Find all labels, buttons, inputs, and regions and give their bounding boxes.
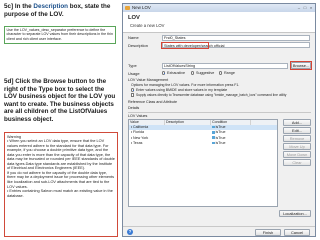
expand-icon[interactable] bbox=[131, 136, 132, 139]
condition-icon bbox=[212, 136, 215, 139]
usage-exhaustive-radio[interactable] bbox=[162, 71, 166, 75]
separator-note: Use the LOV_values_desc_separator prefer… bbox=[4, 26, 116, 44]
localization-button[interactable]: Localization... bbox=[279, 210, 311, 217]
condition-icon bbox=[212, 125, 215, 129]
remove-button[interactable]: Remove bbox=[283, 135, 311, 142]
app-icon bbox=[125, 5, 130, 10]
window-title: New LOV bbox=[132, 5, 151, 10]
lov-value-management-label: LOV Value Management bbox=[128, 78, 169, 82]
expand-icon[interactable] bbox=[131, 131, 132, 134]
condition-icon bbox=[212, 131, 215, 134]
name-label: Name bbox=[128, 35, 139, 40]
cancel-button[interactable]: Cancel bbox=[284, 229, 310, 236]
usage-range-radio[interactable] bbox=[219, 71, 223, 75]
usage-suggestive-label: Suggestive bbox=[196, 71, 215, 75]
name-field[interactable]: Fnd0_States bbox=[162, 34, 310, 41]
row-condition: isTrue bbox=[215, 140, 226, 145]
clear-button[interactable]: Clear bbox=[283, 159, 311, 166]
step-5c-heading: 5c] In the Description box, state the pu… bbox=[4, 3, 111, 18]
new-lov-dialog: New LOV – □ × LOV Create a new LOV Name … bbox=[122, 3, 316, 237]
lov-values-label: LOV Values bbox=[128, 114, 148, 118]
supply-values-checkbox[interactable] bbox=[131, 93, 135, 97]
separator bbox=[128, 112, 311, 113]
row-value: New York bbox=[133, 135, 149, 140]
row-condition: isTrue bbox=[215, 125, 226, 129]
warning-line-3: • Entries containing Saleon must match a… bbox=[7, 189, 113, 198]
table-row[interactable]: Texas isTrue bbox=[129, 141, 277, 146]
lov-value-management-text: Options for managing the LOV values. For… bbox=[131, 83, 240, 87]
usage-range-label: Range bbox=[224, 71, 235, 75]
row-condition: isTrue bbox=[215, 130, 226, 135]
warning-line-1: • When you select an LOV data type, ensu… bbox=[7, 139, 115, 171]
store-in-template-radio[interactable] bbox=[131, 88, 135, 92]
header-subtitle: Create a new LOV bbox=[130, 23, 165, 28]
supply-values-label: Supply values directly to Teamcenter dat… bbox=[136, 93, 287, 97]
browse-highlight bbox=[290, 60, 312, 70]
footer-separator bbox=[123, 226, 315, 227]
expand-icon[interactable] bbox=[131, 141, 132, 144]
step-5d-heading: 5d] Click the Browse button to the right… bbox=[4, 78, 116, 123]
type-label: Type bbox=[128, 63, 137, 68]
usage-label: Usage bbox=[128, 71, 140, 76]
reference-class-label: Reference Class and Attribute bbox=[128, 100, 177, 104]
condition-icon bbox=[212, 141, 215, 145]
warning-line-2: If you do not adhere to the capacity of … bbox=[7, 170, 115, 189]
expand-icon[interactable] bbox=[131, 126, 132, 128]
warning-box: Warning • When you select an LOV data ty… bbox=[4, 132, 118, 237]
move-up-button[interactable]: Move Up bbox=[283, 143, 311, 150]
wizard-header: LOV Create a new LOV bbox=[123, 12, 315, 33]
usage-suggestive-radio[interactable] bbox=[191, 71, 195, 75]
row-condition: isTrue bbox=[215, 135, 226, 140]
description-highlight bbox=[161, 41, 209, 49]
add-button[interactable]: Add... bbox=[283, 119, 311, 126]
edit-button[interactable]: Edit... bbox=[283, 127, 311, 134]
finish-button[interactable]: Finish bbox=[255, 229, 281, 236]
header-title: LOV bbox=[128, 15, 140, 21]
close-icon[interactable]: × bbox=[308, 5, 314, 10]
description-label: Description bbox=[128, 42, 149, 48]
row-value: Texas bbox=[133, 140, 143, 145]
separator-note-text: Use the LOV_values_desc_separator prefer… bbox=[6, 28, 113, 41]
usage-exhaustive-label: Exhaustive bbox=[167, 71, 186, 75]
type-field[interactable]: ListOfValuesString bbox=[162, 62, 288, 69]
description-emphasis: Description bbox=[33, 3, 69, 10]
help-icon[interactable]: ? bbox=[127, 229, 133, 235]
row-value: Florida bbox=[133, 130, 144, 135]
lov-values-table: Value Description Condition California i… bbox=[128, 119, 278, 207]
move-down-button[interactable]: Move Down bbox=[283, 151, 311, 158]
store-in-template-label: Enter values using BMIDE and store value… bbox=[136, 88, 228, 92]
reference-details-label: Details bbox=[128, 106, 140, 110]
row-value: California bbox=[133, 125, 149, 129]
